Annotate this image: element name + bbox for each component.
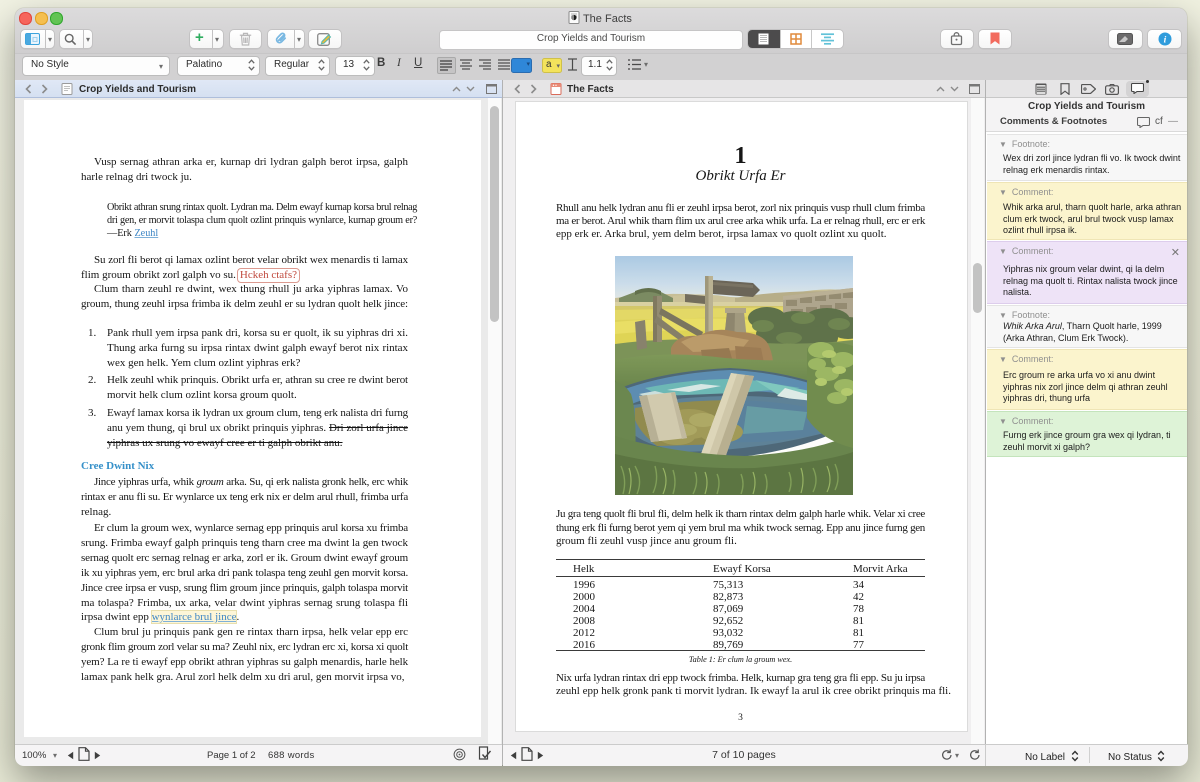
- svg-text:i: i: [1164, 35, 1167, 45]
